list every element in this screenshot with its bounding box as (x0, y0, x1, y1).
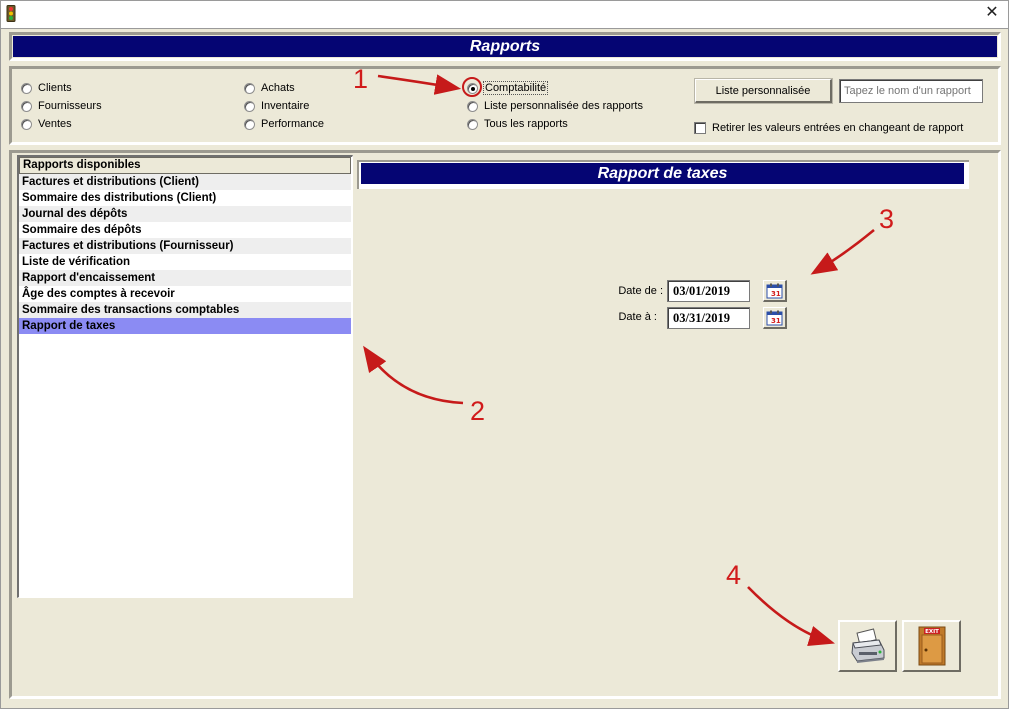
radio-indicator (244, 100, 255, 112)
category-column-1: Clients Fournisseurs Ventes (21, 80, 102, 132)
date-to-label: Date à : (618, 311, 657, 323)
radio-indicator (244, 118, 255, 130)
radio-achats[interactable]: Achats (244, 80, 324, 96)
radio-indicator-checked (467, 82, 478, 94)
radio-ventes[interactable]: Ventes (21, 116, 102, 132)
exit-sign-text: EXIT (925, 629, 939, 635)
custom-list-button[interactable]: Liste personnalisée (694, 78, 833, 104)
date-from-field[interactable]: 03/01/2019 (667, 280, 750, 302)
list-item[interactable]: Rapport de taxes (19, 318, 351, 334)
report-name-search-input[interactable] (839, 79, 983, 103)
radio-liste-personnalisee[interactable]: Liste personnalisée des rapports (467, 98, 643, 114)
app-traffic-light-icon (6, 5, 16, 22)
category-column-2: Achats Inventaire Performance (244, 80, 324, 132)
list-header: Rapports disponibles (19, 157, 351, 174)
window-close-button[interactable]: ✕ (978, 2, 1006, 24)
radio-indicator (21, 82, 32, 94)
report-list-rows: Factures et distributions (Client) Sommai… (19, 174, 351, 334)
radio-inventaire[interactable]: Inventaire (244, 98, 324, 114)
page-title: Rapports (13, 36, 997, 57)
list-item[interactable]: Sommaire des transactions comptables (19, 302, 351, 318)
exit-door-icon: EXIT (918, 626, 945, 666)
svg-text:31: 31 (771, 290, 781, 298)
calendar-icon: 31 (766, 310, 783, 325)
radio-clients[interactable]: Clients (21, 80, 102, 96)
exit-button[interactable]: EXIT (902, 620, 961, 672)
category-column-3: Comptabilité Liste personnalisée des rap… (467, 80, 643, 132)
list-item[interactable]: Rapport d'encaissement (19, 270, 351, 286)
print-button[interactable] (838, 620, 897, 672)
list-item[interactable]: Âge des comptes à recevoir (19, 286, 351, 302)
list-item[interactable]: Sommaire des distributions (Client) (19, 190, 351, 206)
list-item[interactable]: Sommaire des dépôts (19, 222, 351, 238)
clear-values-checkbox[interactable]: Retirer les valeurs entrées en changeant… (694, 120, 963, 136)
radio-performance[interactable]: Performance (244, 116, 324, 132)
radio-indicator (21, 100, 32, 112)
window-titlebar (0, 0, 1009, 28)
annotation-label-1: 1 (353, 64, 369, 94)
date-to-calendar-button[interactable]: 31 (763, 307, 787, 329)
radio-indicator (244, 82, 255, 94)
list-item[interactable]: Liste de vérification (19, 254, 351, 270)
radio-fournisseurs[interactable]: Fournisseurs (21, 98, 102, 114)
annotation-label-2: 2 (470, 396, 486, 426)
date-from-calendar-button[interactable]: 31 (763, 280, 787, 302)
calendar-icon: 31 (766, 283, 783, 298)
printer-icon (850, 628, 884, 663)
list-item[interactable]: Factures et distributions (Client) (19, 174, 351, 190)
svg-text:31: 31 (771, 317, 781, 325)
radio-comptabilite[interactable]: Comptabilité (467, 80, 643, 96)
date-to-field[interactable]: 03/31/2019 (667, 307, 750, 329)
list-item[interactable]: Journal des dépôts (19, 206, 351, 222)
radio-indicator (467, 100, 478, 112)
radio-tous-les-rapports[interactable]: Tous les rapports (467, 116, 643, 132)
list-item[interactable]: Factures et distributions (Fournisseur) (19, 238, 351, 254)
checkbox-indicator (694, 122, 706, 134)
annotation-label-4: 4 (726, 560, 742, 590)
report-title: Rapport de taxes (361, 163, 964, 184)
radio-indicator (21, 118, 32, 130)
radio-indicator (467, 118, 478, 130)
annotation-label-3: 3 (879, 204, 895, 234)
date-from-label: Date de : (618, 285, 663, 297)
